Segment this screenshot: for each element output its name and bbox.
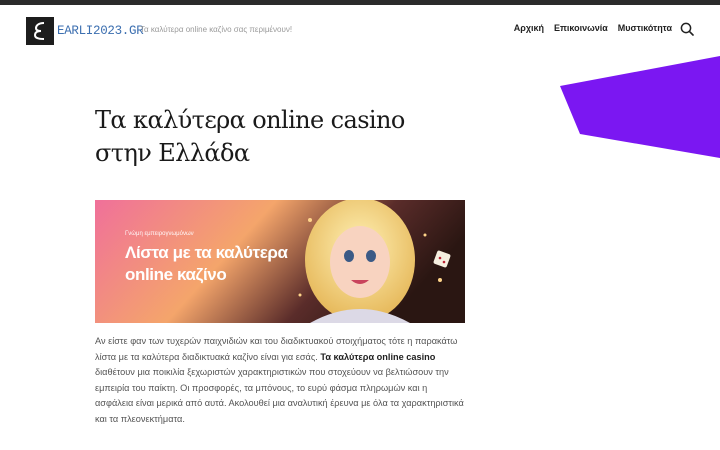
main-nav: Αρχική Επικοινωνία Μυστικότητα — [514, 23, 672, 33]
site-logo[interactable]: EARLI2023.GR — [26, 17, 144, 45]
logo-text: EARLI2023.GR — [57, 24, 144, 38]
intro-text-2: διαθέτουν μια ποικιλία ξεχωριστών χαρακτ… — [95, 367, 464, 424]
epsilon-logo-icon — [26, 17, 54, 45]
page-title: Τα καλύτερα online casino στην Ελλάδα — [95, 106, 405, 167]
intro-paragraph: Αν είστε φαν των τυχερών παιχνιδιών και … — [95, 334, 465, 428]
site-tagline: Τα καλύτερα online καζίνο σας περιμένουν… — [140, 25, 293, 34]
banner-headline: Λίστα με τα καλύτερα online καζίνο — [125, 243, 288, 284]
nav-item-privacy[interactable]: Μυστικότητα — [618, 23, 672, 33]
nav-item-contact[interactable]: Επικοινωνία — [554, 23, 608, 33]
casino-banner-image[interactable]: Γνώμη εμπειρογνωμόνων Λίστα με τα καλύτε… — [95, 200, 465, 323]
nav-item-home[interactable]: Αρχική — [514, 23, 544, 33]
search-icon[interactable] — [680, 22, 694, 36]
site-header: EARLI2023.GR Τα καλύτερα online καζίνο σ… — [0, 5, 720, 57]
purple-decoration — [560, 56, 720, 158]
intro-bold-text: Τα καλύτερα online casino — [320, 351, 436, 362]
banner-subtitle: Γνώμη εμπειρογνωμόνων — [125, 231, 194, 237]
